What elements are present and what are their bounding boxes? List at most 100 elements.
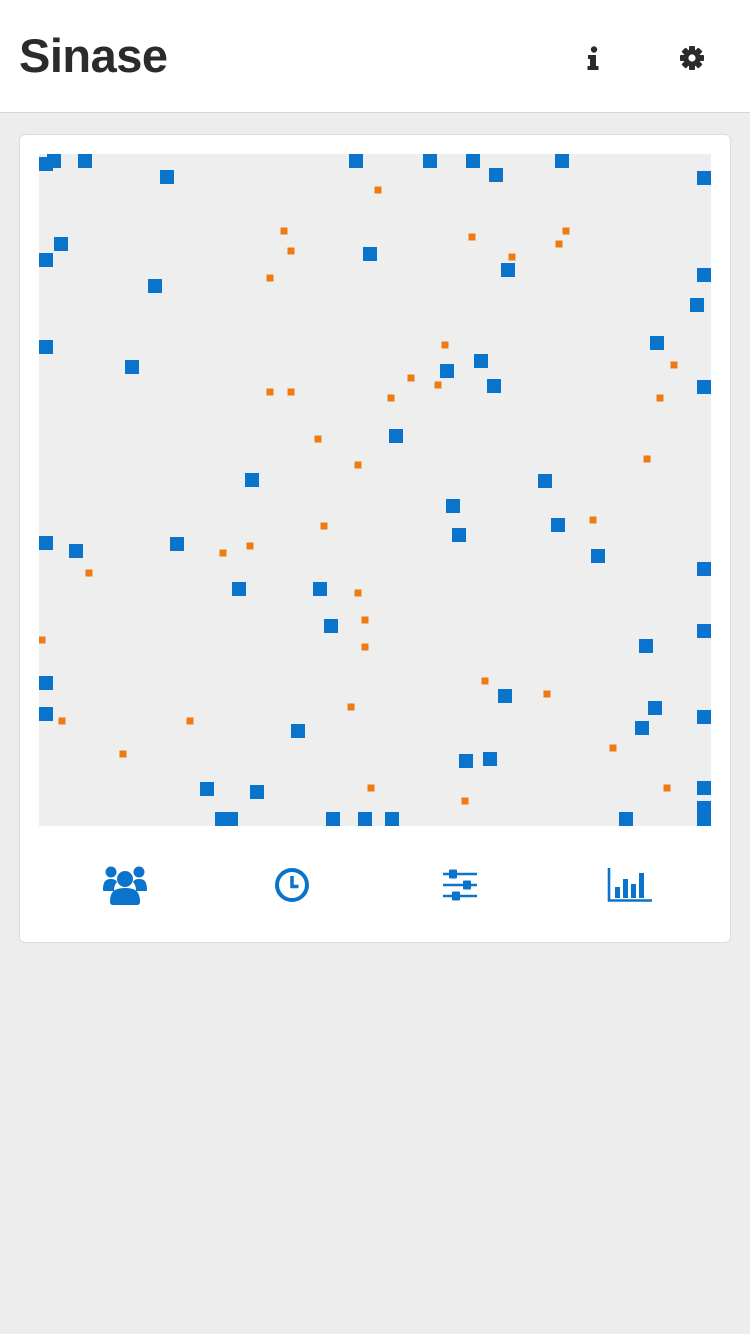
particle-square-7 bbox=[508, 253, 516, 261]
clock-icon bbox=[275, 868, 309, 902]
agent-square-8 bbox=[489, 168, 503, 182]
info-icon bbox=[587, 46, 599, 70]
agent-square-24 bbox=[697, 380, 711, 394]
agent-square-26 bbox=[245, 473, 259, 487]
particle-square-38 bbox=[663, 784, 671, 792]
particle-square-31 bbox=[347, 703, 355, 711]
particle-square-3 bbox=[287, 247, 295, 255]
particle-square-11 bbox=[407, 374, 415, 382]
agent-square-23 bbox=[487, 379, 501, 393]
agent-square-10 bbox=[697, 171, 711, 185]
gear-icon bbox=[680, 46, 704, 70]
agent-square-30 bbox=[452, 528, 466, 542]
sliders-icon bbox=[443, 869, 477, 901]
particle-square-15 bbox=[387, 394, 395, 402]
agent-square-44 bbox=[648, 701, 662, 715]
particle-square-8 bbox=[266, 274, 274, 282]
agent-square-56 bbox=[358, 812, 372, 826]
particle-square-26 bbox=[361, 616, 369, 624]
particle-square-9 bbox=[441, 341, 449, 349]
agent-square-55 bbox=[326, 812, 340, 826]
particle-square-20 bbox=[320, 522, 328, 530]
agent-square-57 bbox=[385, 812, 399, 826]
agent-square-25 bbox=[389, 429, 403, 443]
agent-square-51 bbox=[250, 785, 264, 799]
particle-square-24 bbox=[85, 569, 93, 577]
particle-square-12 bbox=[434, 381, 442, 389]
agent-square-52 bbox=[697, 781, 711, 795]
agent-square-20 bbox=[125, 360, 139, 374]
agent-square-36 bbox=[232, 582, 246, 596]
agent-square-32 bbox=[69, 544, 83, 558]
particle-square-23 bbox=[246, 542, 254, 550]
bottom-toolbar bbox=[20, 850, 730, 920]
particle-square-25 bbox=[354, 589, 362, 597]
agent-square-31 bbox=[39, 536, 53, 550]
agent-square-11 bbox=[54, 237, 68, 251]
agent-square-12 bbox=[39, 253, 53, 267]
particle-square-33 bbox=[186, 717, 194, 725]
particle-square-27 bbox=[361, 643, 369, 651]
agent-square-39 bbox=[697, 624, 711, 638]
agent-square-16 bbox=[697, 268, 711, 282]
particle-square-19 bbox=[643, 455, 651, 463]
agent-square-54 bbox=[224, 812, 238, 826]
simulation-card bbox=[19, 134, 731, 943]
agent-square-22 bbox=[440, 364, 454, 378]
particle-square-16 bbox=[656, 394, 664, 402]
particle-square-10 bbox=[670, 361, 678, 369]
agent-square-40 bbox=[639, 639, 653, 653]
particle-square-37 bbox=[461, 797, 469, 805]
agent-square-35 bbox=[697, 562, 711, 576]
agent-square-43 bbox=[39, 707, 53, 721]
agent-square-47 bbox=[697, 710, 711, 724]
agent-square-45 bbox=[291, 724, 305, 738]
simulation-canvas[interactable] bbox=[39, 154, 711, 826]
particle-square-6 bbox=[555, 240, 563, 248]
agent-square-17 bbox=[690, 298, 704, 312]
particle-square-14 bbox=[287, 388, 295, 396]
particle-square-17 bbox=[314, 435, 322, 443]
app-header: Sinase bbox=[0, 0, 750, 113]
particle-square-32 bbox=[58, 717, 66, 725]
agent-square-37 bbox=[313, 582, 327, 596]
particle-square-22 bbox=[219, 549, 227, 557]
agent-square-2 bbox=[47, 154, 61, 168]
agent-square-29 bbox=[551, 518, 565, 532]
particle-square-28 bbox=[39, 636, 46, 644]
parameters-button[interactable] bbox=[425, 850, 495, 920]
agent-square-21 bbox=[474, 354, 488, 368]
app-title: Sinase bbox=[19, 29, 168, 82]
particle-square-4 bbox=[562, 227, 570, 235]
agent-square-41 bbox=[39, 676, 53, 690]
particle-square-1 bbox=[374, 186, 382, 194]
agent-square-6 bbox=[423, 154, 437, 168]
agent-square-18 bbox=[650, 336, 664, 350]
agent-square-38 bbox=[324, 619, 338, 633]
particle-square-13 bbox=[266, 388, 274, 396]
agent-square-34 bbox=[591, 549, 605, 563]
agent-square-46 bbox=[635, 721, 649, 735]
population-button[interactable] bbox=[90, 850, 160, 920]
time-button[interactable] bbox=[257, 850, 327, 920]
statistics-button[interactable] bbox=[595, 850, 665, 920]
agent-square-58 bbox=[619, 812, 633, 826]
agent-square-13 bbox=[148, 279, 162, 293]
people-icon bbox=[103, 866, 147, 905]
agent-square-5 bbox=[349, 154, 363, 168]
info-button[interactable] bbox=[573, 38, 613, 78]
settings-button[interactable] bbox=[672, 38, 712, 78]
particle-square-2 bbox=[280, 227, 288, 235]
bar-chart-icon bbox=[607, 868, 652, 902]
agent-square-15 bbox=[501, 263, 515, 277]
particle-square-21 bbox=[589, 516, 597, 524]
particle-square-34 bbox=[119, 750, 127, 758]
agent-square-27 bbox=[538, 474, 552, 488]
agent-square-42 bbox=[498, 689, 512, 703]
agent-square-9 bbox=[555, 154, 569, 168]
agent-square-48 bbox=[459, 754, 473, 768]
particle-square-35 bbox=[609, 744, 617, 752]
particle-square-18 bbox=[354, 461, 362, 469]
particle-square-5 bbox=[468, 233, 476, 241]
particle-square-30 bbox=[543, 690, 551, 698]
